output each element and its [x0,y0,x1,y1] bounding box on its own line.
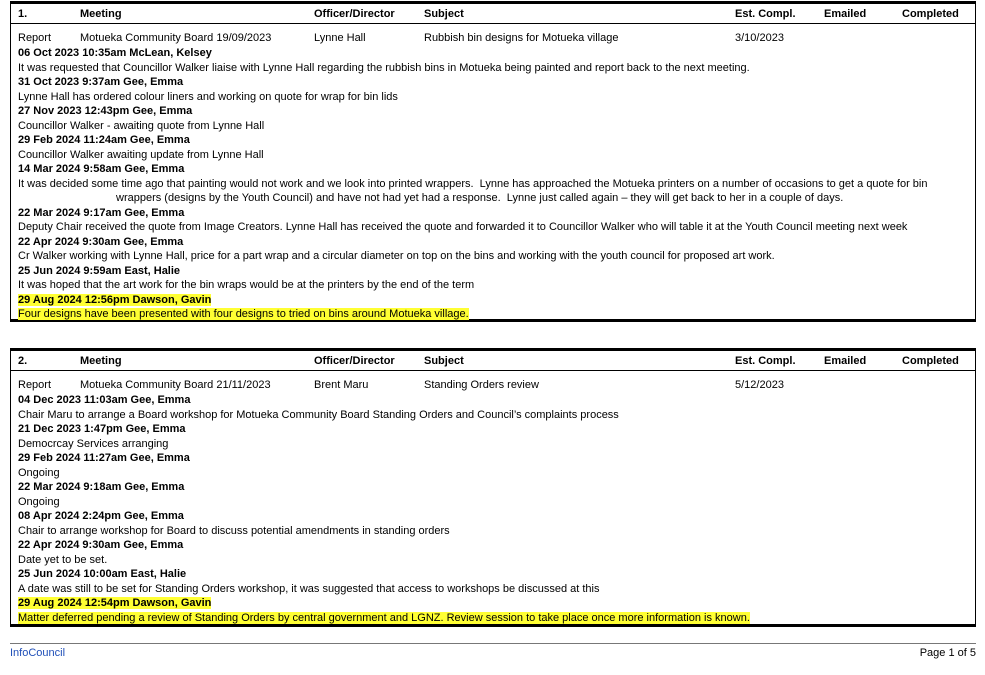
subject-text: Rubbish bin designs for Motueka village [424,32,619,44]
entry-heading: 29 Feb 2024 11:24am Gee, Emma [18,134,190,146]
entry-heading: 31 Oct 2023 9:37am Gee, Emma [18,76,184,88]
entry-list: 06 Oct 2023 10:35am McLean, Kelsey It wa… [11,46,975,322]
highlighted-entry-heading: 29 Aug 2024 12:54pm Dawson, Gavin [18,597,212,609]
meeting-column-header: Meeting [80,8,122,20]
entry-text: Deputy Chair received the quote from Ima… [18,221,908,233]
emailed-column-header: Emailed [824,8,867,20]
item-number: 2. [18,355,28,367]
est-compl-date: 3/10/2023 [735,32,784,44]
meeting-name: Motueka Community Board 19/09/2023 [80,32,272,44]
officer-name: Brent Maru [314,379,369,391]
entry-text: Democrcay Services arranging [18,437,169,450]
emailed-column-header: Emailed [824,355,867,367]
est-compl-date: 5/12/2023 [735,379,784,391]
entry-heading: 22 Mar 2024 9:17am Gee, Emma [18,206,185,219]
entry-text: Cr Walker working with Lynne Hall, price… [18,250,775,262]
entry-text: Chair Maru to arrange a Board workshop f… [18,408,619,421]
entry-heading: 08 Apr 2024 2:24pm Gee, Emma [18,510,184,522]
entry-text: It was hoped that the art work for the b… [18,279,475,291]
entry: 06 Oct 2023 10:35am McLean, Kelsey It wa… [18,46,967,75]
entry: 29 Feb 2024 11:27am Gee, Emma Ongoing [18,451,967,480]
entry-heading: 14 Mar 2024 9:58am Gee, Emma [18,163,185,175]
entry-text: Ongoing [18,466,60,479]
entry: 29 Feb 2024 11:24am Gee, Emma Councillor… [18,133,967,162]
highlighted-entry-heading: 29 Aug 2024 12:56pm Dawson, Gavin [18,293,212,306]
entry-heading: 22 Mar 2024 9:18am Gee, Emma [18,481,185,493]
entry: 27 Nov 2023 12:43pm Gee, Emma Councillor… [18,104,967,133]
entry-text: A date was still to be set for Standing … [18,582,600,595]
completed-column-header: Completed [902,8,959,20]
report-row: Report Motueka Community Board 21/11/202… [11,371,975,393]
report-row: Report Motueka Community Board 19/09/202… [11,24,975,46]
item-header-row: 2. Meeting Officer/Director Subject Est.… [11,351,975,371]
entry: 21 Dec 2023 1:47pm Gee, Emma Democrcay S… [18,422,967,451]
entry: 25 Jun 2024 9:59am East, Halie It was ho… [18,264,967,293]
footer-divider [10,643,976,644]
entry-heading: 27 Nov 2023 12:43pm Gee, Emma [18,105,193,117]
entry-heading: 21 Dec 2023 1:47pm Gee, Emma [18,423,186,435]
entry: 31 Oct 2023 9:37am Gee, Emma Lynne Hall … [18,75,967,104]
entry: 22 Apr 2024 9:30am Gee, Emma Cr Walker w… [18,235,967,264]
meeting-name: Motueka Community Board 21/11/2023 [80,379,271,391]
entry-heading: 22 Apr 2024 9:30am Gee, Emma [18,235,184,248]
entry-text: Ongoing [18,495,60,508]
page-number: Page 1 of 5 [919,647,976,659]
est-compl-column-header: Est. Compl. [735,8,796,20]
highlighted-entry-text: Matter deferred pending a review of Stan… [18,611,750,624]
completed-column-header: Completed [902,355,959,367]
report-type: Report [18,379,52,391]
entry-heading: 04 Dec 2023 11:03am Gee, Emma [18,394,191,406]
action-item-1: 1. Meeting Officer/Director Subject Est.… [10,1,976,322]
latest-entry: 29 Aug 2024 12:56pm Dawson, Gavin Four d… [18,293,967,322]
subject-text: Standing Orders review [424,379,539,391]
entry-text: It was requested that Councillor Walker … [18,61,750,74]
entry-heading: 25 Jun 2024 10:00am East, Halie [18,568,187,580]
entry-heading: 25 Jun 2024 9:59am East, Halie [18,264,181,277]
est-compl-column-header: Est. Compl. [735,355,796,367]
entry: 08 Apr 2024 2:24pm Gee, Emma Chair to ar… [18,509,967,538]
officer-column-header: Officer/Director [314,355,395,367]
entry: 22 Mar 2024 9:18am Gee, Emma Ongoing [18,480,967,509]
entry-text: Councillor Walker - awaiting quote from … [18,119,265,132]
latest-entry: 29 Aug 2024 12:54pm Dawson, Gavin Matter… [18,596,967,625]
entry-text: Lynne Hall has ordered colour liners and… [18,90,398,103]
entry: 22 Mar 2024 9:17am Gee, Emma Deputy Chai… [18,206,967,235]
action-item-2: 2. Meeting Officer/Director Subject Est.… [10,348,976,627]
item-number: 1. [18,8,28,20]
entry-text: Date yet to be set. [18,553,108,566]
item-header-row: 1. Meeting Officer/Director Subject Est.… [11,4,975,24]
officer-name: Lynne Hall [314,32,366,44]
footer-brand: InfoCouncil [10,647,66,659]
subject-column-header: Subject [424,8,464,20]
entry-heading: 22 Apr 2024 9:30am Gee, Emma [18,539,184,551]
entry-heading: 29 Feb 2024 11:27am Gee, Emma [18,452,190,464]
entry: 14 Mar 2024 9:58am Gee, Emma It was deci… [18,162,967,206]
entry-text: It was decided some time ago that painti… [18,177,931,205]
entry-list: 04 Dec 2023 11:03am Gee, Emma Chair Maru… [11,393,975,625]
entry: 22 Apr 2024 9:30am Gee, Emma Date yet to… [18,538,967,567]
entry-heading: 06 Oct 2023 10:35am McLean, Kelsey [18,47,212,59]
entry-text: Councillor Walker awaiting update from L… [18,148,264,161]
entry-text: Chair to arrange workshop for Board to d… [18,524,450,537]
report-type: Report [18,32,52,44]
entry: 25 Jun 2024 10:00am East, Halie A date w… [18,567,967,596]
entry: 04 Dec 2023 11:03am Gee, Emma Chair Maru… [18,393,967,422]
subject-column-header: Subject [424,355,464,367]
highlighted-entry-text: Four designs have been presented with fo… [18,308,469,320]
meeting-column-header: Meeting [80,355,122,367]
officer-column-header: Officer/Director [314,8,395,20]
